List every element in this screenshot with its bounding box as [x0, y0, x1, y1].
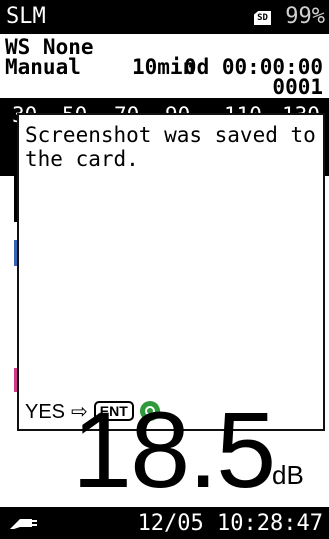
screenshot-saved-dialog: Screenshot was saved to the card. YES ⇨ EN… — [17, 113, 325, 431]
dialog-message: Screenshot was saved to the card. — [25, 123, 316, 171]
battery-level: 99% — [285, 4, 325, 29]
top-status-bar: SLM SD 99% — [0, 0, 329, 34]
store-number: 0001 — [272, 75, 323, 99]
bottom-status-bar: 12/05 10:28:47 — [0, 507, 329, 539]
sd-card-icon: SD — [254, 11, 271, 25]
level-unit: dB — [272, 460, 304, 490]
measure-mode: Manual — [5, 55, 81, 79]
mode-label: SLM — [6, 4, 46, 29]
measurement-info-panel: WS None Manual 10min 0d 00:00:00 0001 — [0, 34, 329, 98]
date-time: 12/05 10:28:47 — [137, 511, 323, 536]
level-reading: 18.5 — [72, 389, 276, 510]
ac-plug-icon — [10, 519, 37, 529]
yes-label: YES — [25, 401, 66, 423]
